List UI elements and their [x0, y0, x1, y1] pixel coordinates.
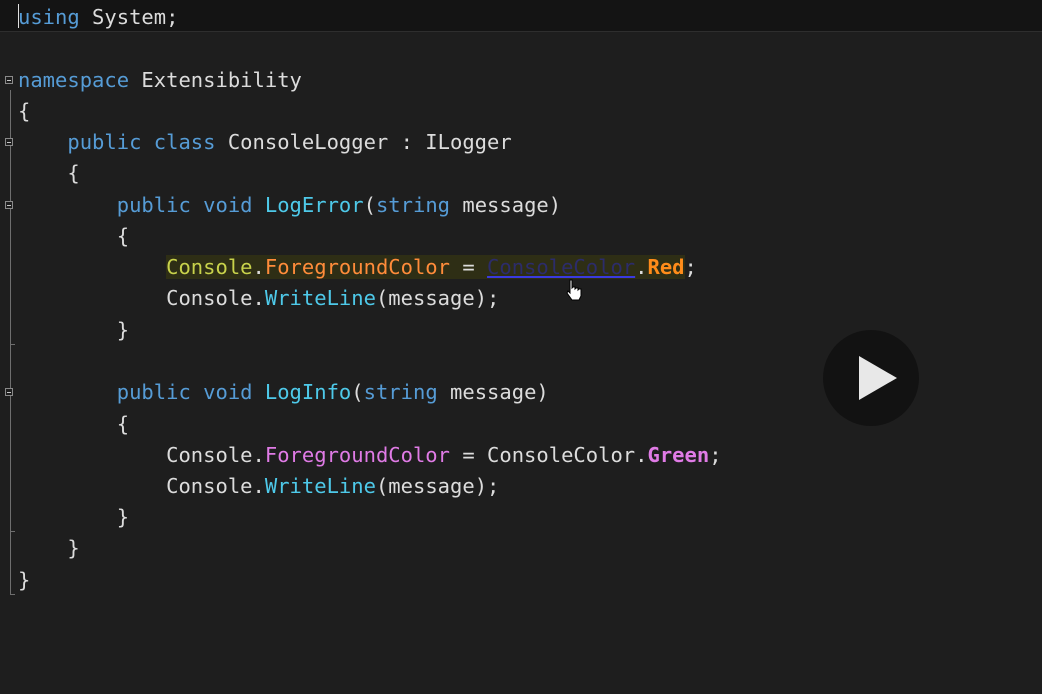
dot: . — [635, 443, 648, 467]
code-line-set-green[interactable]: Console.ForegroundColor = ConsoleColor.G… — [18, 440, 722, 470]
code-line-brace[interactable]: { — [18, 221, 129, 251]
keyword: using — [18, 5, 80, 29]
code-text: { — [18, 99, 31, 123]
code-text: System; — [79, 5, 179, 29]
enum-value: Red — [647, 255, 685, 279]
keyword: public void — [116, 380, 253, 404]
fold-toggle-logerror[interactable] — [5, 201, 13, 209]
code-line-brace[interactable]: { — [18, 409, 129, 439]
paren: ( — [351, 380, 364, 404]
class-name: Console — [166, 286, 253, 310]
operator: = — [450, 255, 488, 279]
code-line-brace[interactable]: } — [18, 533, 80, 563]
code-text: ConsoleLogger : ILogger — [215, 130, 512, 154]
code-text: } — [18, 536, 80, 560]
keyword: public class — [67, 130, 216, 154]
code-text: (message); — [375, 286, 500, 310]
dot: . — [252, 286, 265, 310]
code-text: } — [18, 318, 130, 342]
dot: . — [635, 255, 648, 279]
fold-toggle-class[interactable] — [5, 138, 13, 146]
class-name: Console — [166, 255, 253, 279]
property-name: ForegroundColor — [264, 255, 450, 279]
code-line-set-red[interactable]: Console.ForegroundColor = ConsoleColor.R… — [18, 252, 697, 282]
type-link[interactable]: ConsoleColor — [487, 255, 635, 279]
fold-toggle-namespace[interactable] — [5, 76, 13, 84]
dot: . — [252, 443, 265, 467]
code-text: (message); — [375, 474, 500, 498]
keyword: public void — [116, 193, 253, 217]
fold-toggle-loginfo[interactable] — [5, 388, 13, 396]
code-line-writeline[interactable]: Console.WriteLine(message); — [18, 471, 499, 501]
code-line-logerror-signature[interactable]: public void LogError(string message) — [18, 190, 561, 220]
code-line-brace[interactable]: } — [18, 565, 30, 595]
code-text: { — [18, 224, 130, 248]
property-name: ForegroundColor — [264, 443, 450, 467]
code-line-using[interactable]: using System; — [18, 2, 178, 32]
play-icon[interactable] — [823, 330, 919, 426]
code-line-class-declaration[interactable]: public class ConsoleLogger : ILogger — [18, 127, 512, 157]
code-line-loginfo-signature[interactable]: public void LogInfo(string message) — [18, 377, 549, 407]
enum-value: Green — [647, 443, 710, 467]
method-name: WriteLine — [264, 286, 376, 310]
keyword: namespace — [18, 68, 130, 92]
method-name: LogError — [252, 193, 364, 217]
code-text: Extensibility — [129, 68, 302, 92]
code-text: { — [18, 412, 130, 436]
semicolon: ; — [684, 255, 697, 279]
method-name: LogInfo — [252, 380, 352, 404]
code-text: message) — [437, 380, 549, 404]
keyword: string — [363, 380, 438, 404]
paren: ( — [363, 193, 376, 217]
hand-cursor-icon — [565, 278, 583, 302]
code-line-namespace[interactable]: namespace Extensibility — [18, 65, 302, 95]
semicolon: ; — [709, 443, 722, 467]
method-name: WriteLine — [264, 474, 376, 498]
fold-end-marker — [10, 344, 15, 345]
outline-gutter — [10, 90, 11, 595]
class-name: Console — [166, 474, 253, 498]
code-text: } — [18, 568, 31, 592]
type-name: ConsoleColor — [487, 443, 636, 467]
code-text: } — [18, 505, 130, 529]
dot: . — [252, 474, 265, 498]
fold-end-marker — [10, 531, 15, 532]
code-line-brace[interactable]: } — [18, 315, 129, 345]
dot: . — [252, 255, 265, 279]
code-editor[interactable]: using System; namespace Extensibility { … — [0, 0, 1042, 694]
operator: = — [450, 443, 488, 467]
keyword: string — [375, 193, 451, 217]
class-name: Console — [166, 443, 253, 467]
code-text: { — [18, 161, 80, 185]
code-text: message) — [450, 193, 562, 217]
code-line-brace[interactable]: { — [18, 158, 80, 188]
code-line-writeline[interactable]: Console.WriteLine(message); — [18, 283, 499, 313]
code-line-brace[interactable]: } — [18, 502, 129, 532]
fold-end-marker — [10, 594, 15, 595]
code-line-brace[interactable]: { — [18, 96, 30, 126]
